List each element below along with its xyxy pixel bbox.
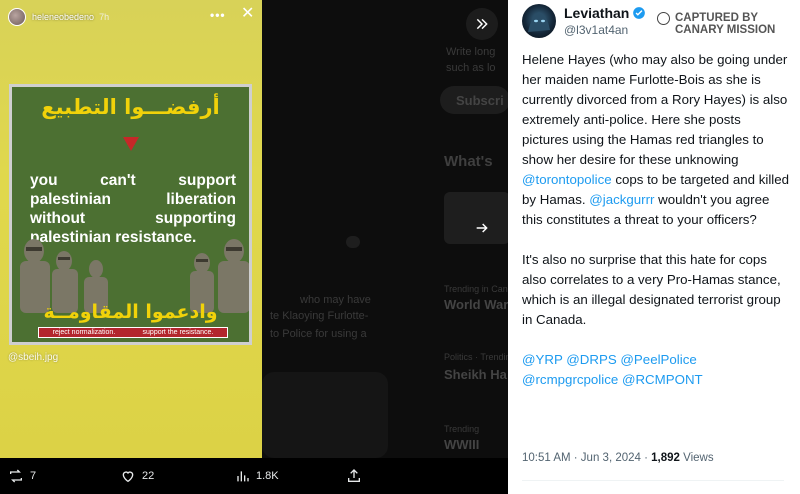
views-button[interactable]: 1.8K [234,468,279,484]
story-panel: heleneobedeno 7h ••• ✕ أرفضـــوا التطبيع… [0,0,262,458]
media-viewer: Write long such as lo Subscri What's who… [0,0,800,494]
double-chevron-right-icon [476,18,488,30]
tweet-views-label: Views [679,452,714,464]
story-credit[interactable]: @sbeih.jpg [8,352,58,363]
bg-such-as: such as lo [446,62,496,74]
arrow-right-icon [476,223,488,233]
canary-eye-icon [657,12,670,25]
share-icon [348,469,360,482]
banner-right-text: support the resistance. [142,329,214,336]
like-button[interactable]: 22 [120,468,154,484]
red-triangle-icon [123,137,139,151]
author-name[interactable]: Leviathan [564,5,646,21]
bg-trend-1-title: World War [444,297,509,312]
tweet-header: Leviathan @l3v1at4an CAPTURED BY CANARY … [522,4,792,44]
author-handle[interactable]: @l3v1at4an [564,23,628,37]
tweet-paragraph-2: It's also no surprise that this hate for… [522,252,781,327]
story-time: 7h [99,12,110,22]
action-bar: 7 22 1.8K [0,458,508,494]
banner-left-text: reject normalization. [52,329,116,336]
bg-trend-3-title: WWIII [444,437,480,452]
more-dots-icon[interactable]: ••• [210,9,226,21]
mention-jackgurrr[interactable]: @jackgurrr [589,192,654,207]
tweet-timestamp[interactable]: 10:51 AM · Jun 3, 2024 · [522,452,651,464]
bg-trend-2-cat: Politics · Trending [444,352,516,362]
story-handle[interactable]: heleneobedeno [32,12,94,22]
story-avatar[interactable] [8,8,26,26]
tweet-paragraph-1: Helene Hayes (who may also be going unde… [522,50,790,230]
poster-banner: reject normalization. support the resist… [38,327,228,338]
bg-whats-happening: What's [444,153,493,170]
tweet-meta: 10:51 AM · Jun 3, 2024 · 1,892 Views [522,452,714,464]
collapse-panel-button[interactable] [466,8,498,40]
bg-post-snippet-3: to Police for using a [270,328,367,340]
story-poster-image: أرفضـــوا التطبيع you can't support pale… [9,84,252,345]
views-icon [237,471,249,482]
retweet-button[interactable]: 7 [8,468,36,484]
bg-trend-2-title: Sheikh Ha [444,367,507,382]
tweet-panel: Leviathan @l3v1at4an CAPTURED BY CANARY … [508,0,800,494]
poster-arabic-heading: أرفضـــوا التطبيع [41,95,220,119]
badge-line-1: CAPTURED BY [675,12,759,24]
mention-torontopolice[interactable]: @torontopolice [522,172,612,187]
badge-line-2: CANARY MISSION [675,24,776,36]
bg-post-snippet-2: te Klaoying Furlotte- [270,310,369,322]
views-count: 1.8K [256,470,279,482]
share-button[interactable] [346,468,362,484]
tweet-mentions[interactable]: @YRP @DRPS @PeelPolice @rcmpgrcpolice @R… [522,350,790,390]
bg-post-snippet-1: who may have [300,294,371,306]
heart-icon [122,471,134,483]
retweet-icon [10,469,22,483]
author-avatar[interactable] [522,4,556,38]
leviathan-avatar-art [528,12,550,32]
poster-arabic-footer: وادعموا المقاومــة [43,301,218,323]
bg-trend-3-cat: Trending [444,424,480,434]
close-icon[interactable]: ✕ [241,6,254,22]
bg-write-long: Write long [446,46,496,58]
para1-text-a: Helene Hayes (who may also be going unde… [522,52,788,167]
retweet-count: 7 [30,470,37,482]
like-count: 22 [142,470,155,482]
bg-bookmark-icon [346,236,360,248]
bg-subscribe-label: Subscri [456,93,504,108]
tweet-body: Helene Hayes (who may also be going unde… [522,50,790,410]
author-name-text: Leviathan [564,5,630,21]
verified-badge-icon [633,7,646,19]
bg-card [262,372,388,458]
next-media-button[interactable] [466,212,498,244]
divider [522,480,784,481]
tweet-views-count: 1,892 [651,452,680,464]
